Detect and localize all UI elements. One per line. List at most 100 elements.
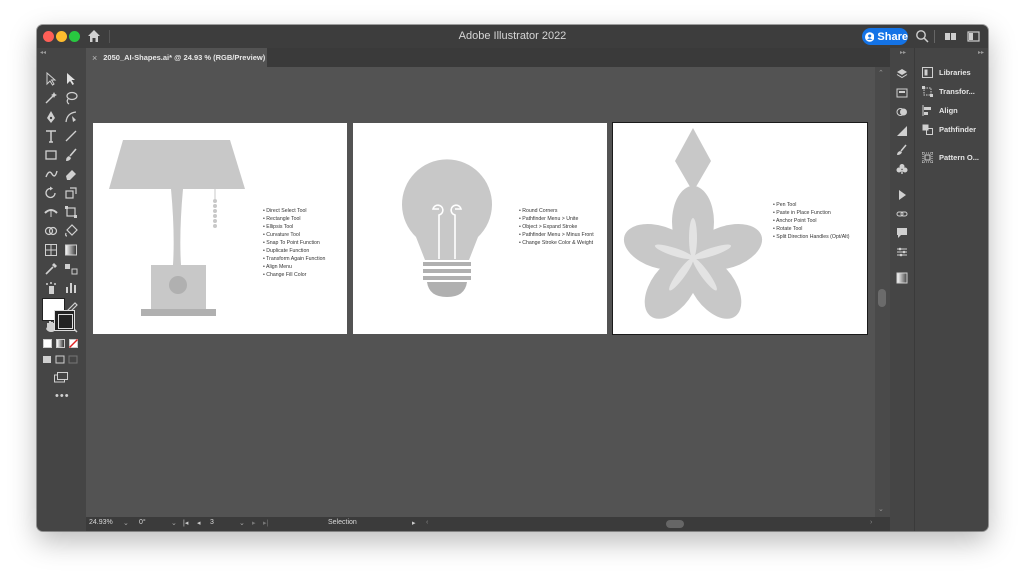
curvature-tool-icon[interactable] — [64, 110, 78, 124]
panel-dock: ▸▸ Libraries Transfor... Align Pathfinde… — [914, 48, 988, 531]
list-item: Align Menu — [263, 263, 325, 271]
free-transform-tool-icon[interactable] — [64, 205, 78, 219]
symbol-sprayer-tool-icon[interactable] — [44, 281, 58, 295]
brushes-icon[interactable] — [896, 144, 908, 156]
gradient-tool-icon[interactable] — [64, 243, 78, 257]
blend-tool-icon[interactable] — [64, 262, 78, 276]
pen-tool-icon[interactable] — [44, 110, 58, 124]
none-mode-icon[interactable] — [69, 339, 78, 348]
horizontal-scroll-thumb[interactable] — [666, 520, 684, 528]
vertical-scrollbar[interactable]: ⌃ ⌄ — [875, 67, 890, 517]
width-tool-icon[interactable] — [44, 205, 58, 219]
rotate-tool-icon[interactable] — [44, 186, 58, 200]
search-icon[interactable] — [915, 29, 930, 44]
vertical-scroll-thumb[interactable] — [878, 289, 886, 307]
column-graph-tool-icon[interactable] — [64, 281, 78, 295]
status-bar: 24.93% ⌄ 0° ⌄ |◂ ◂ 3 ⌄ ▸ ▸| Selection ▸ … — [86, 517, 890, 531]
draw-modes-icon[interactable] — [43, 355, 79, 364]
panel-label: Align — [939, 105, 958, 115]
last-artboard-icon[interactable]: ▸| — [263, 519, 268, 527]
list-item: Change Stroke Color & Weight — [519, 239, 594, 247]
panel-pathfinder[interactable]: Pathfinder — [915, 120, 988, 138]
paintbrush-tool-icon[interactable] — [64, 148, 78, 162]
scroll-down-icon[interactable]: ⌄ — [878, 505, 884, 513]
artboard-3[interactable]: Pen Tool Paste in Place Function Anchor … — [612, 122, 868, 335]
shape-builder-tool-icon[interactable] — [44, 224, 58, 238]
magic-wand-tool-icon[interactable] — [44, 91, 58, 105]
panel-pattern-options[interactable]: Pattern O... — [915, 148, 988, 166]
screen-mode-icon[interactable] — [54, 372, 68, 383]
stroke-color-swatch[interactable] — [54, 310, 75, 331]
scale-tool-icon[interactable] — [64, 186, 78, 200]
align-icon — [922, 104, 931, 116]
list-item: Pathfinder Menu > Unite — [519, 215, 594, 223]
artboard-3-tool-list: Pen Tool Paste in Place Function Anchor … — [773, 201, 850, 241]
zoom-level[interactable]: 24.93% — [89, 519, 113, 526]
zoom-dropdown-icon[interactable]: ⌄ — [123, 519, 129, 527]
panel-libraries[interactable]: Libraries — [915, 63, 988, 81]
artboard-dropdown-icon[interactable]: ⌄ — [239, 519, 245, 527]
rectangle-tool-icon[interactable] — [44, 148, 58, 162]
comments-icon[interactable] — [896, 227, 908, 239]
color-mode-button[interactable] — [43, 339, 52, 348]
list-item: Snap To Point Function — [263, 239, 325, 247]
symbols-icon[interactable] — [896, 163, 908, 175]
scroll-up-icon[interactable]: ⌃ — [878, 69, 884, 77]
eyedropper-tool-icon[interactable] — [44, 262, 58, 276]
close-tab-icon[interactable]: × — [92, 53, 97, 63]
links-icon[interactable] — [896, 208, 908, 220]
document-tab[interactable]: × 2050_AI-Shapes.ai* @ 24.93 % (RGB/Prev… — [86, 48, 267, 67]
direct-selection-tool-icon[interactable] — [64, 72, 78, 86]
pathfinder-icon — [922, 124, 933, 135]
list-item: Ellipsis Tool — [263, 223, 325, 231]
transparency-icon[interactable] — [896, 272, 908, 284]
panel-label: Pattern O... — [939, 152, 980, 162]
artboard-2[interactable]: Round Corners Pathfinder Menu > Unite Ob… — [353, 123, 607, 334]
gradient-mode-button[interactable] — [56, 339, 65, 348]
list-item: Round Corners — [519, 207, 594, 215]
scroll-left-icon[interactable]: ‹ — [426, 519, 428, 526]
workspace-switcher-icon[interactable] — [943, 29, 958, 44]
document-tab-label: 2050_AI-Shapes.ai* @ 24.93 % (RGB/Previe… — [103, 53, 266, 62]
edit-toolbar-more-icon[interactable]: ••• — [55, 390, 70, 402]
artboard-number[interactable]: 3 — [210, 519, 214, 526]
arrange-documents-icon[interactable] — [966, 29, 981, 44]
collapse-dock-icon[interactable]: ▸▸ — [900, 49, 906, 56]
layers-icon[interactable] — [896, 68, 908, 80]
actions-play-icon[interactable] — [896, 189, 908, 201]
eraser-tool-icon[interactable] — [64, 167, 78, 181]
shaper-tool-icon[interactable] — [44, 167, 58, 181]
share-button[interactable]: Share — [862, 28, 908, 45]
perspective-grid-tool-icon[interactable] — [44, 243, 58, 257]
panel-align[interactable]: Align — [915, 101, 988, 119]
list-item: Direct Select Tool — [263, 207, 325, 215]
graphic-styles-icon[interactable] — [896, 125, 908, 137]
list-item: Anchor Point Tool — [773, 217, 850, 225]
appearance-icon[interactable] — [896, 106, 908, 118]
line-segment-tool-icon[interactable] — [64, 129, 78, 143]
live-paint-bucket-tool-icon[interactable] — [64, 224, 78, 238]
selection-tool-icon[interactable] — [44, 72, 58, 86]
pattern-options-icon — [922, 151, 933, 163]
rotation-dropdown-icon[interactable]: ⌄ — [171, 519, 177, 527]
scroll-right-icon[interactable]: › — [870, 519, 872, 526]
status-mode[interactable]: Selection — [328, 519, 357, 526]
next-artboard-icon[interactable]: ▸ — [252, 519, 256, 527]
status-menu-icon[interactable]: ▸ — [412, 519, 416, 527]
canvas[interactable]: Direct Select Tool Rectangle Tool Ellips… — [86, 67, 875, 517]
previous-artboard-icon[interactable]: ◂ — [197, 519, 201, 527]
artboard-1[interactable]: Direct Select Tool Rectangle Tool Ellips… — [93, 123, 347, 334]
panel-transform[interactable]: Transfor... — [915, 82, 988, 100]
type-tool-icon[interactable] — [44, 129, 58, 143]
properties-icon[interactable] — [896, 87, 908, 99]
artboard-2-tool-list: Round Corners Pathfinder Menu > Unite Ob… — [519, 207, 594, 247]
first-artboard-icon[interactable]: |◂ — [183, 519, 188, 527]
collapse-tools-icon[interactable]: ◂◂ — [40, 49, 46, 56]
lasso-tool-icon[interactable] — [64, 91, 78, 105]
rotation-value[interactable]: 0° — [139, 519, 146, 526]
panel-icon-dock: ▸▸ — [890, 48, 914, 531]
adjustments-icon[interactable] — [896, 246, 908, 258]
app-title: Adobe Illustrator 2022 — [458, 30, 567, 42]
collapse-panels-icon[interactable]: ▸▸ — [978, 49, 984, 56]
title-bar: Adobe Illustrator 2022 Share — [37, 25, 988, 48]
